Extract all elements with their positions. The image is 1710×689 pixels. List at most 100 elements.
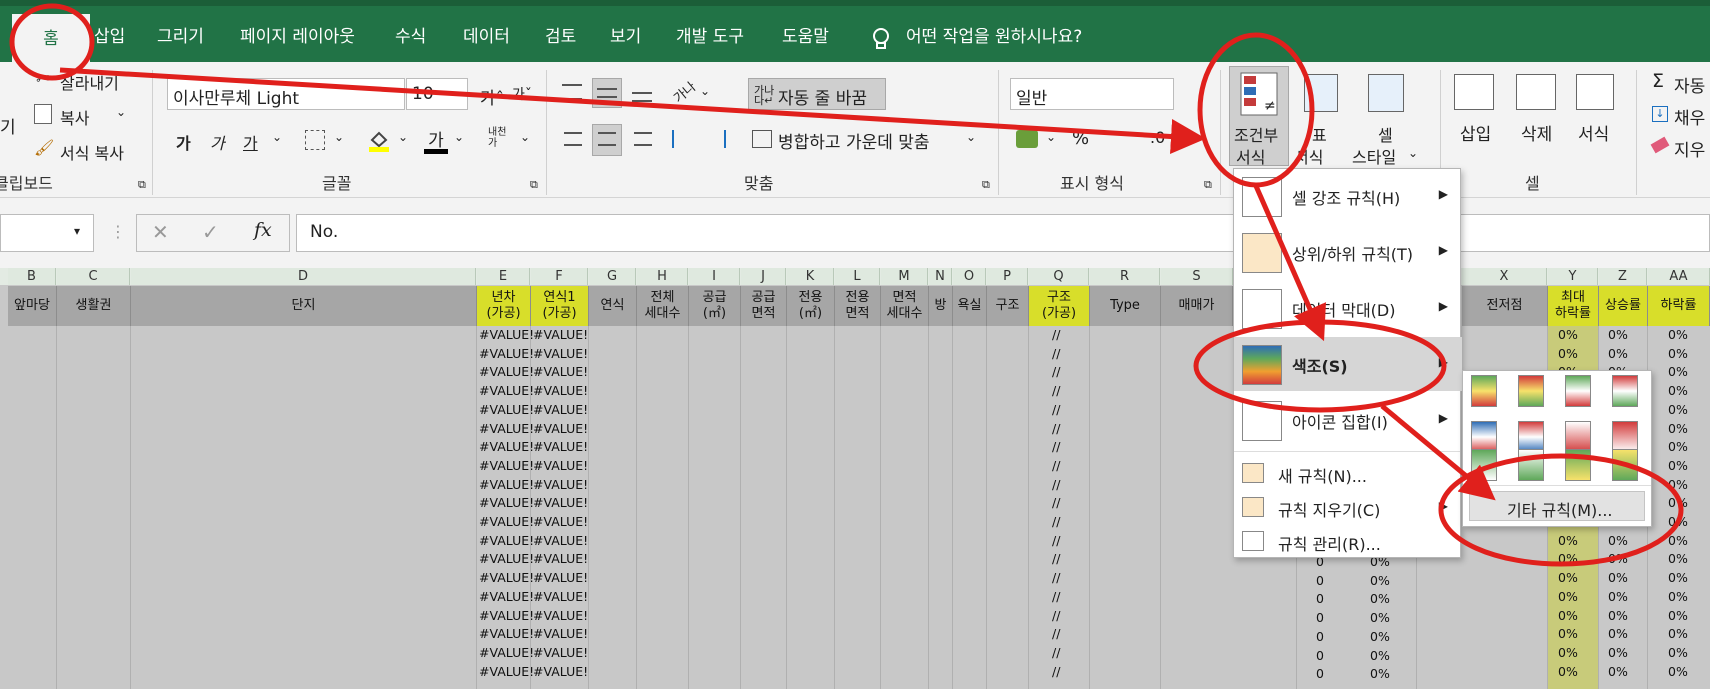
insert-cells-button[interactable]: 삽입 bbox=[1460, 120, 1491, 145]
header-cell-g[interactable]: 연식 bbox=[589, 286, 637, 326]
tab-data[interactable]: 데이터 bbox=[463, 20, 510, 54]
header-cell-d[interactable]: 단지 bbox=[131, 286, 477, 326]
col-G[interactable]: G bbox=[589, 268, 636, 285]
menu-item-clear-rules[interactable]: 규칙 지우기(C) ▶ bbox=[1234, 491, 1462, 525]
header-cell-aa[interactable]: 하락률 bbox=[1648, 286, 1710, 326]
header-cell-z[interactable]: 상승률 bbox=[1599, 286, 1648, 326]
font-launcher-icon[interactable]: ⧉ bbox=[530, 178, 538, 192]
italic-button[interactable]: 가 bbox=[210, 130, 225, 154]
accounting-format-icon[interactable] bbox=[1016, 130, 1038, 148]
decrease-indent-icon[interactable] bbox=[672, 130, 694, 148]
color-scale-swatch[interactable] bbox=[1471, 375, 1497, 407]
format-as-table-label-2[interactable]: 서식 bbox=[1294, 144, 1323, 168]
menu-item-data-bars[interactable]: 데이터 막대(D) ▶ bbox=[1234, 281, 1462, 335]
menu-item-color-scales[interactable]: 색조(S) ▶ bbox=[1234, 337, 1462, 391]
decrease-font-icon[interactable]: 가ˇ bbox=[512, 84, 532, 104]
header-cell-m[interactable]: 면적 세대수 bbox=[881, 286, 929, 326]
color-scale-swatch[interactable] bbox=[1565, 449, 1591, 481]
increase-indent-icon[interactable] bbox=[704, 130, 726, 148]
header-cell-p[interactable]: 구조 bbox=[987, 286, 1029, 326]
col-H[interactable]: H bbox=[637, 268, 688, 285]
color-scale-swatch[interactable] bbox=[1518, 449, 1544, 481]
autosum-icon[interactable]: Σ bbox=[1652, 70, 1664, 92]
col-Y[interactable]: Y bbox=[1548, 268, 1598, 285]
tab-page-layout[interactable]: 페이지 레이아웃 bbox=[240, 20, 355, 54]
clear-button[interactable]: 지우 bbox=[1674, 136, 1705, 161]
col-R[interactable]: R bbox=[1090, 268, 1160, 285]
header-cell-y[interactable]: 최대 하락률 bbox=[1548, 286, 1599, 326]
left-align-icon[interactable] bbox=[564, 132, 582, 146]
col-S[interactable]: S bbox=[1161, 268, 1233, 285]
header-cell-o[interactable]: 욕실 bbox=[953, 286, 987, 326]
color-scale-swatch[interactable] bbox=[1612, 449, 1638, 481]
merge-dropdown-chevron-icon[interactable]: ⌄ bbox=[966, 130, 976, 144]
clipboard-launcher-icon[interactable]: ⧉ bbox=[138, 178, 146, 192]
border-dropdown-chevron-icon[interactable]: ⌄ bbox=[334, 130, 344, 144]
bottom-align-icon[interactable] bbox=[632, 92, 652, 102]
header-cell-j[interactable]: 공급 면적 bbox=[741, 286, 787, 326]
fill-color-icon[interactable] bbox=[368, 128, 390, 152]
decimal-icon[interactable]: .0 bbox=[1150, 128, 1165, 147]
menu-item-new-rule[interactable]: 새 규칙(N)... bbox=[1234, 455, 1462, 491]
underline-button[interactable]: 가 bbox=[243, 130, 258, 154]
name-box-chevron-icon[interactable]: ▾ bbox=[74, 224, 80, 238]
format-cells-button[interactable]: 서식 bbox=[1578, 120, 1609, 145]
phonetic-icon[interactable]: 내천 가 bbox=[488, 127, 506, 149]
cancel-icon[interactable]: ✕ bbox=[152, 220, 169, 244]
autosum-button[interactable]: 자동 bbox=[1674, 72, 1705, 97]
tab-insert[interactable]: 삽입 bbox=[94, 20, 125, 54]
delete-cells-button[interactable]: 삭제 bbox=[1521, 120, 1552, 145]
header-cell-x[interactable]: 전저점 bbox=[1462, 286, 1548, 326]
tab-formulas[interactable]: 수식 bbox=[395, 20, 426, 54]
color-scale-swatch[interactable] bbox=[1612, 375, 1638, 407]
increase-font-icon[interactable]: 가ˆ bbox=[480, 84, 504, 109]
tab-review[interactable]: 검토 bbox=[545, 20, 576, 54]
header-cell-b[interactable]: 앞마당 bbox=[8, 286, 57, 326]
tab-view[interactable]: 보기 bbox=[610, 20, 641, 54]
right-align-icon[interactable] bbox=[634, 132, 652, 146]
col-I[interactable]: I bbox=[689, 268, 740, 285]
copy-dropdown-chevron-icon[interactable]: ⌄ bbox=[116, 105, 126, 119]
tab-help[interactable]: 도움말 bbox=[782, 20, 829, 54]
phonetic-dropdown-chevron-icon[interactable]: ⌄ bbox=[520, 130, 530, 144]
col-B[interactable]: B bbox=[8, 268, 56, 285]
alignment-launcher-icon[interactable]: ⧉ bbox=[982, 178, 990, 192]
col-AA[interactable]: AA bbox=[1648, 268, 1710, 285]
tab-developer[interactable]: 개발 도구 bbox=[676, 20, 744, 54]
col-F[interactable]: F bbox=[531, 268, 588, 285]
col-L[interactable]: L bbox=[835, 268, 880, 285]
format-painter-button[interactable]: 서식 복사 bbox=[60, 140, 124, 164]
col-M[interactable]: M bbox=[881, 268, 928, 285]
header-cell-r[interactable]: Type bbox=[1090, 286, 1161, 326]
col-P[interactable]: P bbox=[987, 268, 1028, 285]
header-cell-s[interactable]: 매매가 bbox=[1161, 286, 1233, 326]
header-cell-c[interactable]: 생활권 bbox=[57, 286, 131, 326]
col-X[interactable]: X bbox=[1462, 268, 1547, 285]
fill-button[interactable]: 채우 bbox=[1674, 104, 1705, 129]
header-cell-n[interactable]: 방 bbox=[929, 286, 953, 326]
header-cell-l[interactable]: 전용 면적 bbox=[835, 286, 881, 326]
merge-center-button[interactable]: 병합하고 가운데 맞춤 bbox=[778, 128, 930, 153]
fill-icon[interactable]: ↓ bbox=[1652, 106, 1668, 122]
header-cell-f[interactable]: 연식1 (가공) bbox=[531, 286, 589, 326]
col-E[interactable]: E bbox=[477, 268, 530, 285]
tab-home[interactable]: 홈 bbox=[12, 14, 90, 62]
col-J[interactable]: J bbox=[741, 268, 786, 285]
orientation-dropdown-chevron-icon[interactable]: ⌄ bbox=[700, 84, 710, 98]
top-align-icon[interactable] bbox=[562, 84, 582, 100]
tell-me-search[interactable]: 어떤 작업을 원하시나요? bbox=[906, 20, 1082, 54]
color-scale-swatch[interactable] bbox=[1518, 375, 1544, 407]
enter-icon[interactable]: ✓ bbox=[202, 220, 219, 244]
color-scale-swatch[interactable] bbox=[1471, 449, 1497, 481]
menu-item-manage-rules[interactable]: 규칙 관리(R)... bbox=[1234, 525, 1462, 559]
col-Z[interactable]: Z bbox=[1599, 268, 1647, 285]
header-cell-e[interactable]: 년차 (가공) bbox=[477, 286, 531, 326]
font-color-dropdown-chevron-icon[interactable]: ⌄ bbox=[454, 130, 464, 144]
col-D[interactable]: D bbox=[131, 268, 476, 285]
font-color-icon[interactable]: 가 bbox=[424, 126, 448, 154]
insert-function-button[interactable]: fx bbox=[254, 219, 272, 241]
col-O[interactable]: O bbox=[953, 268, 986, 285]
formula-input[interactable] bbox=[296, 214, 1710, 252]
percent-style-button[interactable]: % bbox=[1072, 128, 1089, 149]
menu-item-top-bottom-rules[interactable]: 상위/하위 규칙(T) ▶ bbox=[1234, 225, 1462, 279]
